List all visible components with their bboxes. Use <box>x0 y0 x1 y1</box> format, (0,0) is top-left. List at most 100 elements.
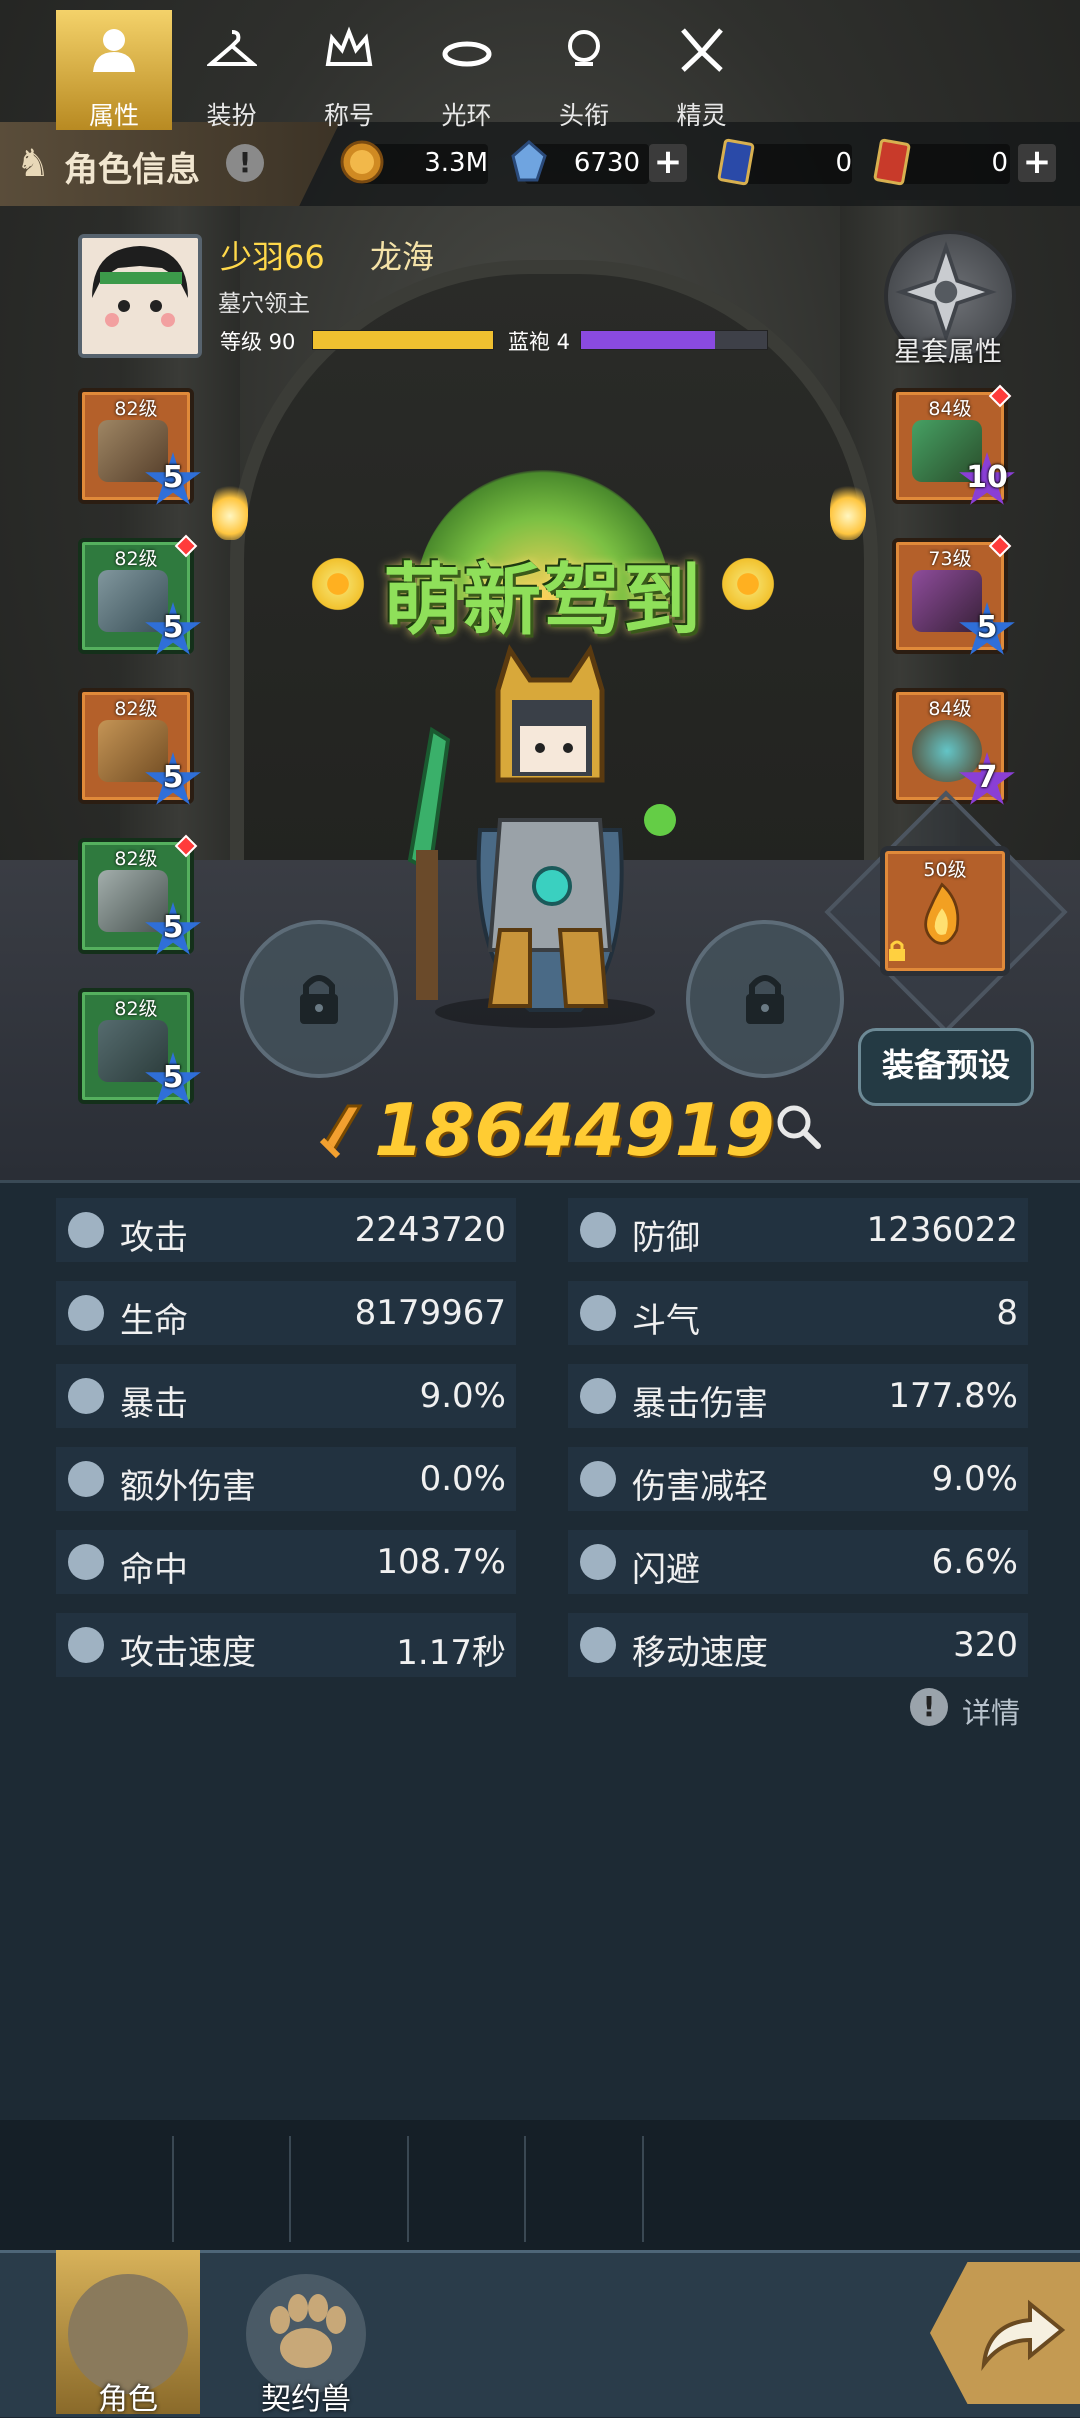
stat-name: 生命 <box>120 1301 188 1341</box>
skull-helmet-icon <box>568 30 600 66</box>
equip-level: 82级 <box>114 548 158 570</box>
equip-slot-bracer[interactable]: 82级 5 <box>78 834 201 955</box>
curved-arrow-icon <box>981 2299 1066 2371</box>
blue-card-icon <box>717 138 755 186</box>
stat-value: 9.0% <box>931 1459 1018 1499</box>
locked-slot-left[interactable] <box>240 920 398 1078</box>
crit-icon <box>68 1378 104 1414</box>
stat-row: 暴击伤害 177.8% <box>568 1364 1028 1428</box>
stat-row: 生命 8179967 <box>56 1281 516 1345</box>
equip-slot-helmet[interactable]: 82级 5 <box>78 388 201 505</box>
sub-tab-sprite[interactable]: 精灵 <box>644 10 760 130</box>
stat-name: 攻击 <box>120 1218 188 1258</box>
sub-tab-person[interactable]: 属性 <box>56 10 172 130</box>
combat-power: 18644919 <box>0 1088 1080 1172</box>
equip-star-count: 5 <box>976 610 998 645</box>
hanger-icon <box>206 30 257 66</box>
equip-slot-necklace[interactable]: 84级 7 <box>892 688 1015 805</box>
add-red-card-button[interactable]: + <box>1018 144 1056 182</box>
stat-row: 闪避 6.6% <box>568 1530 1028 1594</box>
level-progress-bar <box>312 330 494 350</box>
crystal-icon <box>511 140 547 182</box>
shield-icon <box>580 1212 616 1248</box>
red-card-value: 0 <box>991 148 1008 178</box>
robe-label: 蓝袍 4 <box>508 330 571 354</box>
stat-name: 防御 <box>632 1218 700 1258</box>
stat-value: 8 <box>996 1293 1018 1333</box>
bottom-tab-label: 角色 <box>98 2382 158 2417</box>
equip-level: 82级 <box>114 398 158 420</box>
equip-star-count: 7 <box>976 760 998 795</box>
stat-name: 暴击 <box>120 1384 188 1424</box>
level-label: 等级 90 <box>220 330 296 354</box>
stat-row: 攻击 2243720 <box>56 1198 516 1262</box>
stat-name: 暴击伤害 <box>632 1384 768 1424</box>
tab-divider <box>641 2136 644 2242</box>
resource-crystal: 6730 + <box>505 138 690 188</box>
stat-row: 攻击速度 1.17秒 <box>56 1613 516 1677</box>
stat-value: 2243720 <box>354 1210 506 1250</box>
star-set-label: 星套属性 <box>894 337 1002 368</box>
equip-level: 82级 <box>114 848 158 870</box>
sub-tab-halo[interactable]: 光环 <box>409 10 525 130</box>
equip-slot-armor[interactable]: 82级 5 <box>78 534 201 655</box>
robe-progress-fill <box>581 331 715 349</box>
equip-slot-cape[interactable]: 82级 5 <box>78 988 201 1105</box>
bottom-tab-contract-beast[interactable]: 契约兽 <box>234 2250 378 2417</box>
sub-tab-skull-helmet[interactable]: 头衔 <box>526 10 642 130</box>
sub-tab-label: 精灵 <box>676 101 727 130</box>
stat-name: 闪避 <box>632 1550 700 1590</box>
sub-tab-label: 称号 <box>323 101 374 130</box>
equip-slot-offhand[interactable]: 73级 5 <box>892 534 1015 655</box>
equip-level: 82级 <box>114 998 158 1020</box>
sub-tab-hanger[interactable]: 装扮 <box>174 10 290 130</box>
combat-power-value: 18644919 <box>374 1088 775 1172</box>
avatar[interactable] <box>78 234 202 358</box>
stat-row: 斗气 8 <box>568 1281 1028 1345</box>
stat-value: 9.0% <box>419 1376 506 1416</box>
stat-value: 320 <box>953 1625 1018 1665</box>
resource-blue-card: 0 <box>712 138 852 188</box>
stat-name: 斗气 <box>632 1301 700 1341</box>
sub-tab-crown[interactable]: 称号 <box>291 10 407 130</box>
sub-tab-label: 属性 <box>88 101 139 130</box>
stat-name: 伤害减轻 <box>632 1467 768 1507</box>
equip-star-count: 10 <box>966 460 1008 495</box>
exclamation-icon[interactable]: ! <box>226 144 264 182</box>
search-icon[interactable] <box>772 1100 824 1152</box>
sub-tab-bar <box>0 2120 1080 2250</box>
stat-value: 0.0% <box>419 1459 506 1499</box>
avatar-face-icon <box>82 238 198 354</box>
stat-row: 命中 108.7% <box>56 1530 516 1594</box>
equip-star-count: 5 <box>162 460 184 495</box>
player-name: 少羽66 <box>220 238 325 276</box>
tab-divider <box>524 2136 526 2242</box>
stat-value: 108.7% <box>376 1542 506 1582</box>
small-lock-icon <box>889 940 905 961</box>
tab-divider <box>406 2136 409 2242</box>
bottom-tab-character[interactable]: 角色 <box>56 2250 200 2417</box>
stat-name: 移动速度 <box>632 1633 768 1673</box>
target-icon <box>68 1544 104 1580</box>
equip-level: 73级 <box>928 548 972 570</box>
level-progress-fill <box>313 331 493 349</box>
add-crystal-button[interactable]: + <box>649 144 687 182</box>
newcomer-banner: 萌新驾到 <box>308 470 778 650</box>
exclamation-icon: ! <box>910 1688 948 1726</box>
left-torch <box>212 480 248 540</box>
equip-slot-weapon[interactable]: 84级 10 <box>892 384 1015 505</box>
sprite-icon <box>680 28 723 72</box>
tab-divider <box>289 2136 291 2242</box>
lock-icon <box>300 975 338 1024</box>
pet-slot[interactable]: 50级 <box>880 846 1010 976</box>
equip-slot-boots[interactable]: 82级 5 <box>78 688 201 805</box>
hero-character[interactable] <box>380 630 710 1030</box>
page-title-plate: ♞ 角色信息 ! <box>0 122 340 206</box>
resource-red-card: 0 + <box>868 138 1058 188</box>
stat-value: 8179967 <box>354 1293 506 1333</box>
blue-card-value: 0 <box>835 148 852 178</box>
right-torch <box>830 480 866 540</box>
halo-icon <box>442 41 491 67</box>
bottom-tab-label: 契约兽 <box>261 2382 351 2417</box>
gold-value: 3.3M <box>424 148 488 178</box>
